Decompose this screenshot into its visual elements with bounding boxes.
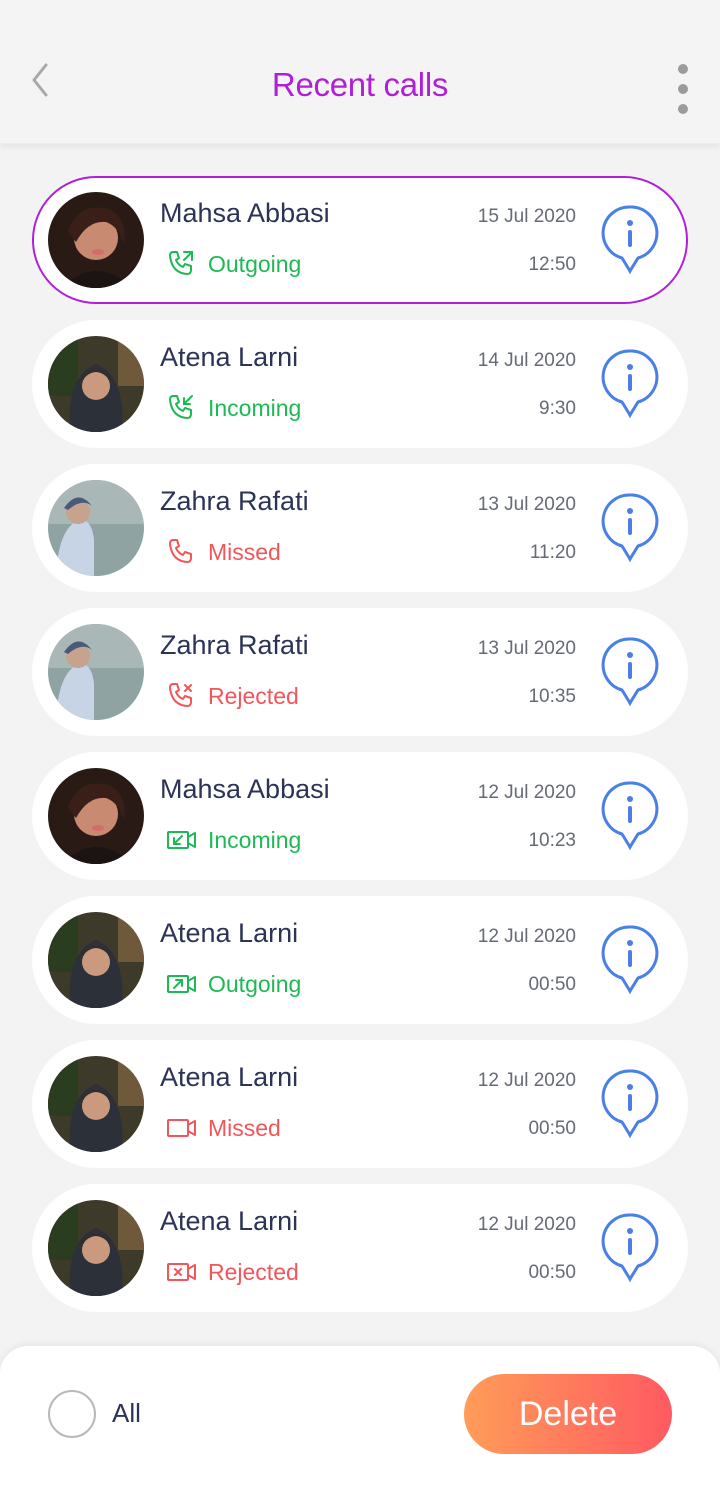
select-all-label: All [112, 1398, 141, 1428]
call-time: 10:23 [528, 830, 576, 851]
call-status: Rejected [208, 683, 299, 709]
call-list: Mahsa Abbasi 15 Jul 2020 12:50 Outgoing Aten… [32, 176, 688, 1328]
video-outgoing-icon [166, 968, 198, 1000]
info-icon [600, 1069, 660, 1142]
info-icon [600, 493, 660, 566]
more-dot [678, 104, 688, 114]
call-date: 13 Jul 2020 [477, 638, 576, 659]
call-list-item[interactable]: Mahsa Abbasi 12 Jul 2020 10:23 Incoming [32, 752, 688, 880]
page-title: Recent calls [271, 66, 449, 103]
phone-rejected-icon [166, 680, 198, 712]
contact-name: Zahra Rafati [160, 630, 309, 660]
info-button[interactable] [600, 348, 660, 419]
avatar [48, 192, 144, 288]
info-icon [600, 205, 660, 278]
call-status: Incoming [208, 827, 302, 853]
more-dot [678, 84, 688, 94]
call-list-item[interactable]: Atena Larni 12 Jul 2020 00:50 Rejected [32, 1184, 688, 1312]
call-list-item[interactable]: Atena Larni 14 Jul 2020 9:30 Incoming [32, 320, 688, 448]
avatar [48, 336, 144, 432]
call-time: 10:35 [528, 686, 576, 707]
info-button[interactable] [600, 204, 660, 275]
bottom-action-bar: All Delete [0, 1346, 720, 1490]
video-rejected-icon [166, 1256, 198, 1288]
info-icon [600, 1213, 660, 1286]
call-time: 12:50 [528, 254, 576, 275]
call-date: 12 Jul 2020 [477, 782, 576, 803]
contact-name: Atena Larni [160, 342, 299, 372]
video-incoming-icon [166, 824, 198, 856]
contact-name: Atena Larni [160, 1062, 299, 1092]
call-date: 14 Jul 2020 [477, 350, 576, 371]
avatar [48, 480, 144, 576]
call-list-item[interactable]: Zahra Rafati 13 Jul 2020 11:20 Missed [32, 464, 688, 592]
call-time: 00:50 [528, 974, 576, 995]
call-date: 12 Jul 2020 [477, 1070, 576, 1091]
avatar [48, 1200, 144, 1296]
info-icon [600, 925, 660, 998]
app-header: Recent calls [0, 0, 720, 144]
contact-name: Atena Larni [160, 918, 299, 948]
contact-name: Zahra Rafati [160, 486, 309, 516]
delete-button[interactable]: Delete [464, 1374, 672, 1454]
info-button[interactable] [600, 924, 660, 995]
avatar [48, 768, 144, 864]
call-status: Outgoing [208, 251, 302, 277]
contact-name: Mahsa Abbasi [160, 198, 330, 228]
info-icon [600, 637, 660, 710]
avatar [48, 1056, 144, 1152]
select-all-radio[interactable] [48, 1390, 96, 1438]
call-list-item[interactable]: Zahra Rafati 13 Jul 2020 10:35 Rejected [32, 608, 688, 736]
info-icon [600, 349, 660, 422]
call-date: 12 Jul 2020 [477, 926, 576, 947]
info-button[interactable] [600, 636, 660, 707]
video-missed-icon [166, 1112, 198, 1144]
call-time: 11:20 [529, 542, 576, 563]
avatar [48, 912, 144, 1008]
call-list-item[interactable]: Atena Larni 12 Jul 2020 00:50 Outgoing [32, 896, 688, 1024]
call-date: 12 Jul 2020 [477, 1214, 576, 1235]
info-button[interactable] [600, 492, 660, 563]
avatar [48, 624, 144, 720]
call-status: Incoming [208, 395, 302, 421]
call-date: 13 Jul 2020 [477, 494, 576, 515]
call-time: 9:30 [539, 398, 576, 419]
phone-incoming-icon [166, 392, 198, 424]
call-list-item[interactable]: Mahsa Abbasi 15 Jul 2020 12:50 Outgoing [32, 176, 688, 304]
call-status: Outgoing [208, 971, 302, 997]
contact-name: Mahsa Abbasi [160, 774, 330, 804]
more-options-button[interactable] [670, 60, 696, 116]
phone-missed-icon [166, 536, 198, 568]
info-icon [600, 781, 660, 854]
call-time: 00:50 [528, 1118, 576, 1139]
call-status: Rejected [208, 1259, 299, 1285]
info-button[interactable] [600, 1068, 660, 1139]
contact-name: Atena Larni [160, 1206, 299, 1236]
call-list-item[interactable]: Atena Larni 12 Jul 2020 00:50 Missed [32, 1040, 688, 1168]
call-status: Missed [208, 539, 281, 565]
info-button[interactable] [600, 780, 660, 851]
phone-outgoing-icon [166, 248, 198, 280]
call-time: 00:50 [528, 1262, 576, 1283]
info-button[interactable] [600, 1212, 660, 1283]
call-status: Missed [208, 1115, 281, 1141]
more-vertical-icon [678, 64, 688, 74]
call-date: 15 Jul 2020 [477, 206, 576, 227]
